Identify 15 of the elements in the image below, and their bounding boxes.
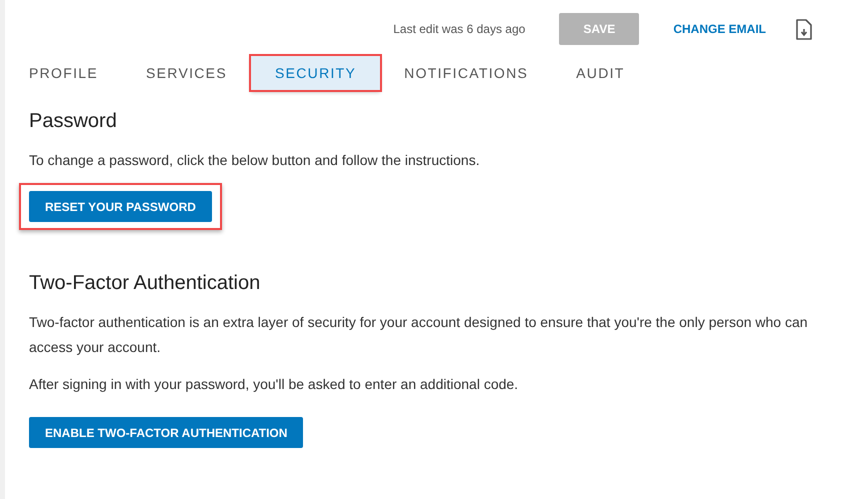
section-title: Password (29, 109, 118, 134)
description-text: Two-factor authentication is an extra layer of security for your account designed to ensure that you're the only person who can access your account. (29, 313, 809, 357)
file-download-icon[interactable] (796, 18, 812, 40)
last-edit-text: Last edit was 6 days ago (393, 21, 526, 38)
tab[interactable]: AUDIT (552, 56, 649, 90)
section-title: Two-Factor Authentication (29, 271, 262, 296)
primary-button[interactable]: RESET YOUR PASSWORD (29, 191, 212, 222)
password-description: To change a password, click the below button and follow the instructions. (29, 151, 481, 170)
tab[interactable]: PROFILE (5, 56, 122, 90)
primary-button[interactable]: ENABLE TWO-FACTOR AUTHENTICATION (29, 417, 304, 448)
tab[interactable]: SECURITY (250, 56, 380, 90)
tab[interactable]: SERVICES (122, 56, 251, 90)
description-text: After signing in with your password, you'll be asked to enter an additional code. (29, 375, 520, 394)
change-email-link[interactable]: CHANGE EMAIL (673, 20, 766, 38)
tab[interactable]: NOTIFICATIONS (380, 56, 552, 90)
